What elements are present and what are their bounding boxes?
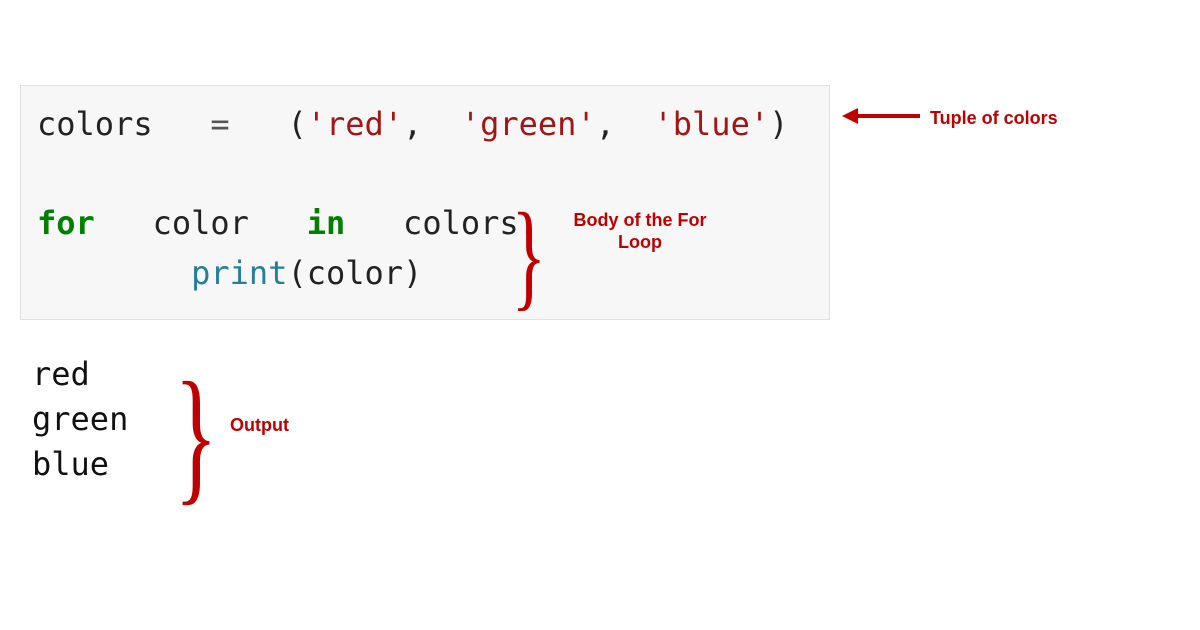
token-indent xyxy=(37,254,191,292)
token-comma-2: , xyxy=(596,105,615,143)
annotation-loop-body: Body of the For Loop xyxy=(560,210,720,253)
token-str-red: 'red' xyxy=(307,105,403,143)
token-paren-close: ) xyxy=(769,105,788,143)
code-line-blank xyxy=(37,150,813,200)
output-line-1: red xyxy=(32,352,128,397)
token-call-close: ) xyxy=(403,254,422,292)
token-assign: = xyxy=(210,105,229,143)
token-print: print xyxy=(191,254,287,292)
token-for: for xyxy=(37,204,95,242)
token-loop-var: color xyxy=(153,204,249,242)
output-block: red green blue xyxy=(32,352,128,486)
code-line-1: colors = ('red', 'green', 'blue') xyxy=(37,100,813,150)
arrow-line-icon xyxy=(858,114,920,118)
output-line-3: blue xyxy=(32,442,128,487)
token-comma-1: , xyxy=(403,105,422,143)
arrow-head-icon xyxy=(842,108,858,124)
output-line-2: green xyxy=(32,397,128,442)
brace-icon-body: } xyxy=(512,195,547,315)
token-str-green: 'green' xyxy=(461,105,596,143)
brace-icon-output: } xyxy=(174,360,217,510)
code-block: colors = ('red', 'green', 'blue') for co… xyxy=(20,85,830,320)
token-str-blue: 'blue' xyxy=(654,105,770,143)
token-var: colors xyxy=(37,105,153,143)
annotation-tuple: Tuple of colors xyxy=(930,108,1058,130)
code-line-print: print(color) xyxy=(37,249,813,299)
token-paren-open: ( xyxy=(287,105,306,143)
token-in: in xyxy=(307,204,346,242)
token-arg: color xyxy=(307,254,403,292)
token-call-open: ( xyxy=(287,254,306,292)
annotation-output: Output xyxy=(230,415,289,437)
token-iter-var: colors xyxy=(403,204,519,242)
